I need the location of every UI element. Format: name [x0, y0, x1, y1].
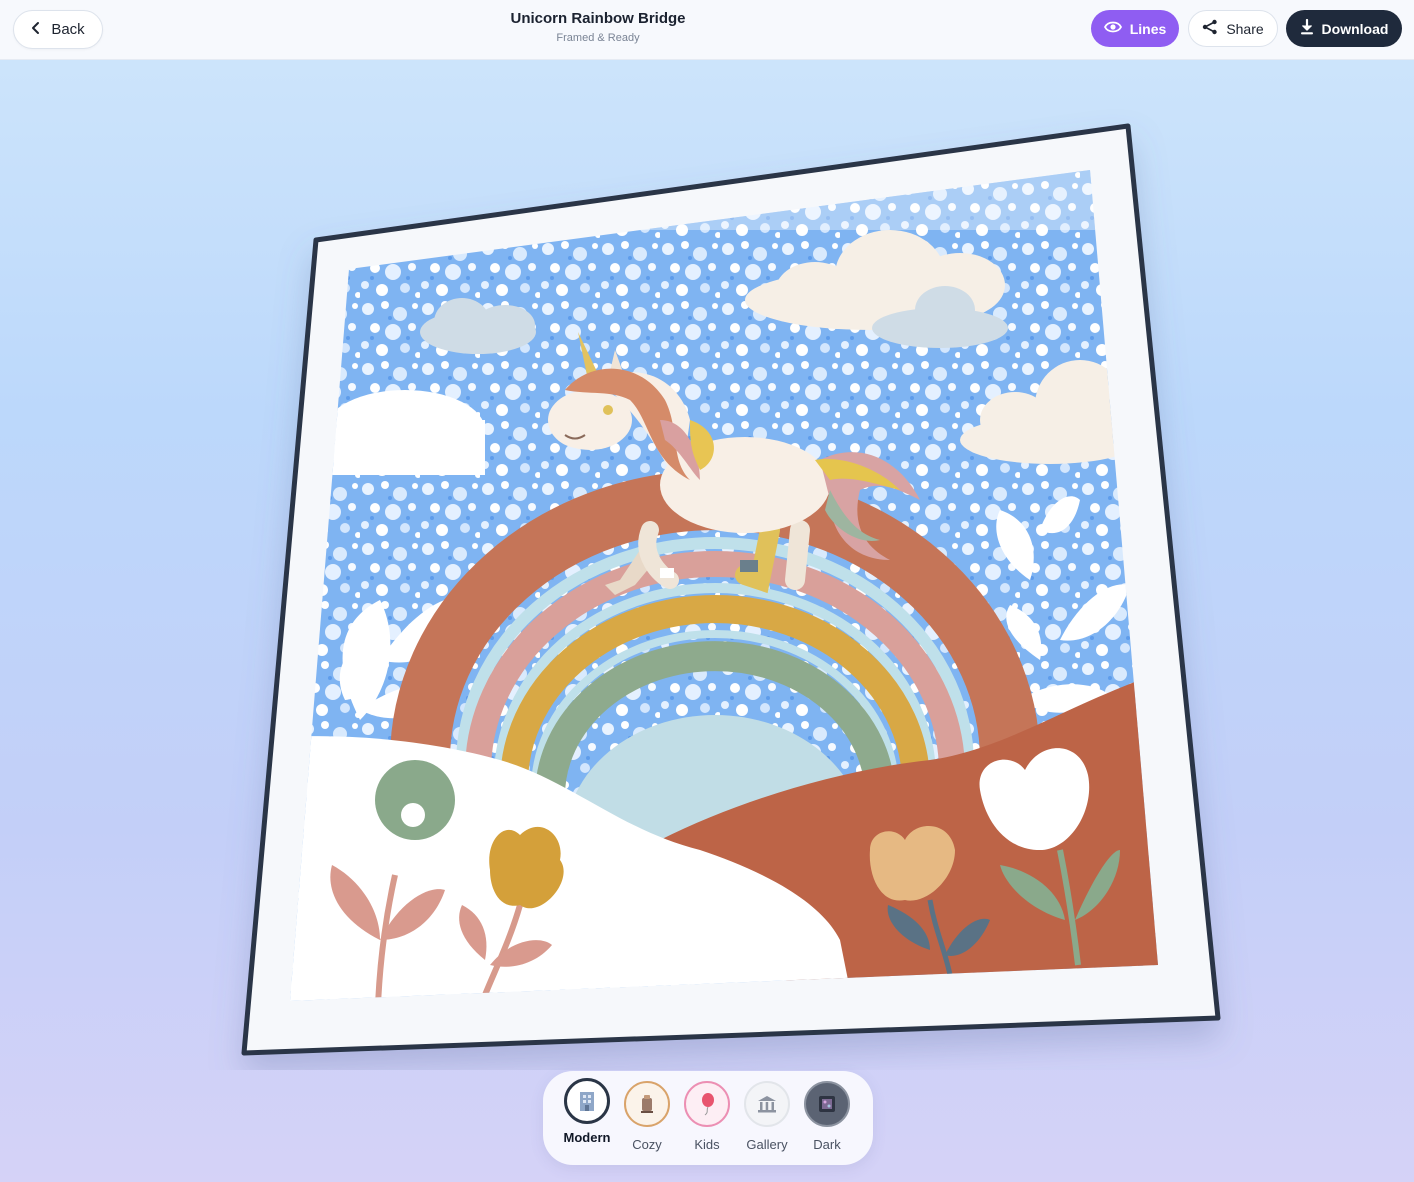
share-icon	[1202, 19, 1218, 38]
download-button[interactable]: Download	[1286, 10, 1402, 47]
room-label: Dark	[813, 1137, 841, 1152]
room-label: Modern	[563, 1130, 611, 1145]
room-option-kids[interactable]: Kids	[679, 1081, 735, 1152]
top-bar: Back Unicorn Rainbow Bridge Framed & Rea…	[0, 0, 1414, 60]
lines-label: Lines	[1129, 20, 1167, 37]
room-option-dark[interactable]: Dark	[799, 1081, 855, 1152]
artwork-preview	[0, 60, 1414, 1070]
room-label: Gallery	[746, 1137, 788, 1152]
cozy-lamp-icon	[624, 1081, 670, 1127]
artwork-illustration	[290, 170, 1158, 1001]
room-option-modern[interactable]: Modern	[559, 1078, 615, 1145]
title-block: Unicorn Rainbow Bridge Framed & Ready	[448, 10, 748, 44]
office-building-icon	[564, 1078, 610, 1124]
room-option-gallery[interactable]: Gallery	[739, 1081, 795, 1152]
download-label: Download	[1321, 20, 1389, 37]
balloon-icon	[684, 1081, 730, 1127]
back-label: Back	[51, 21, 85, 38]
share-button[interactable]: Share	[1188, 10, 1278, 47]
room-option-cozy[interactable]: Cozy	[619, 1081, 675, 1152]
lines-toggle-button[interactable]: Lines	[1091, 10, 1179, 47]
eye-icon	[1103, 20, 1122, 37]
museum-icon	[744, 1081, 790, 1127]
share-label: Share	[1226, 20, 1264, 37]
page-subtitle: Framed & Ready	[556, 32, 640, 44]
room-label: Cozy	[632, 1137, 662, 1152]
chevron-left-icon	[31, 21, 41, 39]
download-icon	[1300, 18, 1314, 38]
page-title: Unicorn Rainbow Bridge	[510, 10, 686, 27]
dark-room-icon	[804, 1081, 850, 1127]
room-label: Kids	[694, 1137, 720, 1152]
room-style-selector: Modern Cozy Kids Gallery Dark	[543, 1071, 873, 1165]
back-button[interactable]: Back	[13, 10, 103, 49]
